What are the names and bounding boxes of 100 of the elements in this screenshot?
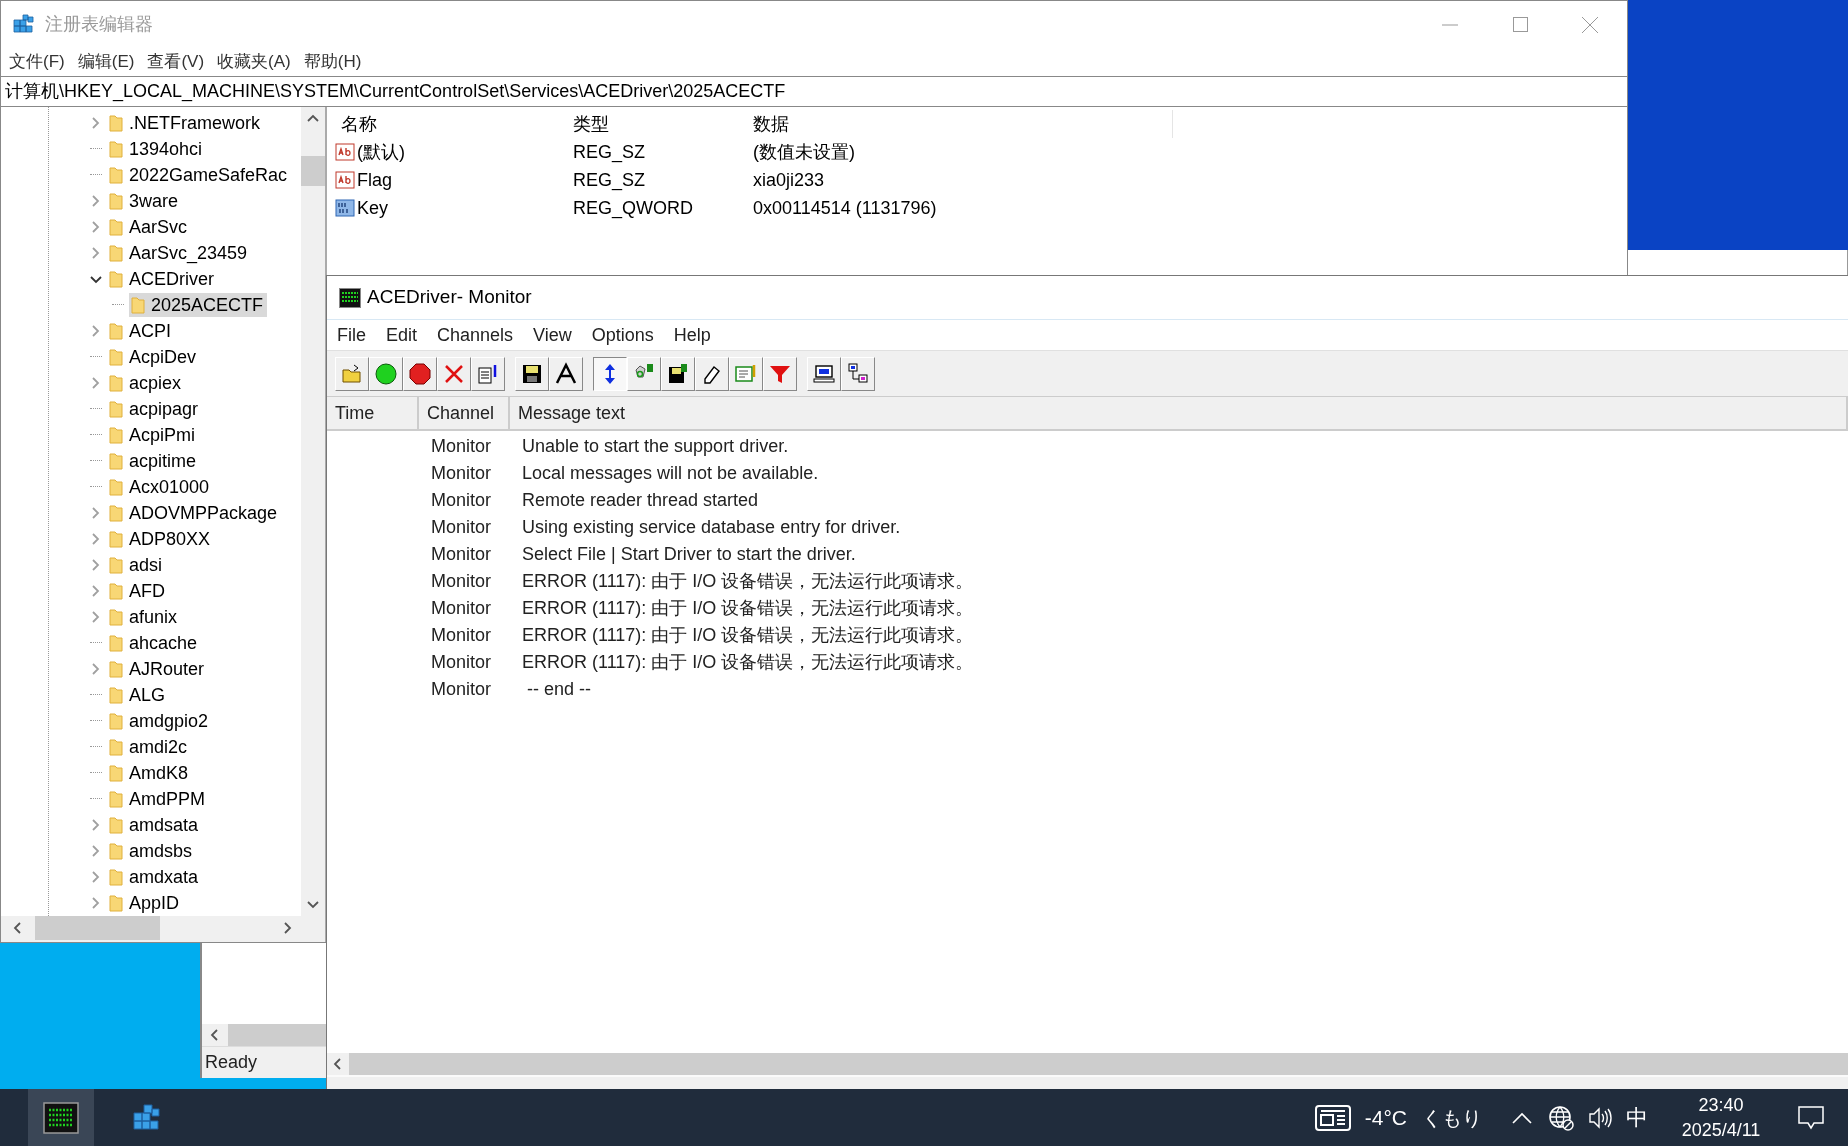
tree-item[interactable]: ADP80XX <box>107 527 215 551</box>
menu-item[interactable]: Options <box>591 321 654 349</box>
cubes-app-icon <box>13 13 35 36</box>
channel-cell-text: Monitor <box>430 462 493 485</box>
message-cell-text: Select File | Start Driver to start the driver. <box>521 543 856 566</box>
tree-item[interactable]: afunix <box>107 605 182 629</box>
input-method-indicator[interactable]: 中 <box>1626 1101 1648 1134</box>
menu-item[interactable]: 收藏夹(A) <box>217 49 291 75</box>
temperature-text[interactable]: -4°C <box>1364 1101 1407 1134</box>
value-data: (数值未设置) <box>752 140 855 164</box>
folder-icon <box>109 140 123 158</box>
window-title: ACEDriver- Monitor <box>367 285 532 310</box>
tree-item[interactable]: AcpiDev <box>107 345 201 369</box>
tree-item[interactable]: ACPI <box>107 319 175 343</box>
menu-item[interactable]: 帮助(H) <box>303 49 362 75</box>
column-header[interactable]: 数据 <box>747 110 1173 138</box>
tree-item[interactable]: AJRouter <box>107 657 209 681</box>
notification-icon[interactable] <box>1798 1105 1824 1130</box>
vertical-scrollbar[interactable] <box>301 107 325 916</box>
message-cell-text: ERROR (1117): 由于 I/O 设备错误，无法运行此项请求。 <box>521 597 974 620</box>
tree-item[interactable]: amdgpio2 <box>107 709 213 733</box>
message-cell-text: Remote reader thread started <box>521 489 759 512</box>
tree-item[interactable]: AarSvc_23459 <box>107 241 252 265</box>
tree-item[interactable]: acpipagr <box>107 397 203 421</box>
column-header[interactable]: Channel <box>419 397 510 429</box>
folder-icon <box>109 686 123 704</box>
tree-item[interactable]: 3ware <box>107 189 183 213</box>
tree-item[interactable]: ADOVMPPackage <box>107 501 282 525</box>
menu-item[interactable]: 文件(F) <box>9 49 65 75</box>
stop-sign-icon <box>408 361 432 386</box>
toolbar-button[interactable] <box>593 356 627 391</box>
clock-time: 23:40 <box>1698 1093 1744 1117</box>
tree-item[interactable]: amdxata <box>107 865 203 889</box>
scrollbar-thumb[interactable] <box>301 156 325 186</box>
tree-item[interactable]: acpitime <box>107 449 201 473</box>
menu-item[interactable]: Edit <box>386 321 418 349</box>
taskbar-app-button[interactable] <box>28 1089 94 1146</box>
menu-item[interactable]: 查看(V) <box>147 49 205 75</box>
tree-item[interactable]: AppID <box>107 891 184 915</box>
folder-icon <box>109 478 123 496</box>
tree-item[interactable]: ALG <box>107 683 170 707</box>
folder-icon <box>109 322 123 340</box>
tree-item[interactable]: adsi <box>107 553 167 577</box>
tree-item[interactable]: amdi2c <box>107 735 192 759</box>
tree-item[interactable]: acpiex <box>107 371 186 395</box>
column-header[interactable]: 类型 <box>567 110 747 138</box>
tree-item[interactable]: amdsbs <box>107 839 197 863</box>
globe-icon[interactable] <box>1548 1104 1574 1131</box>
menu-item[interactable]: View <box>533 321 572 349</box>
folder-icon <box>109 738 123 756</box>
tree-item[interactable]: .NETFramework <box>107 111 264 135</box>
chevron-up-icon[interactable] <box>1512 1111 1532 1124</box>
value-type: REG_QWORD <box>572 196 694 221</box>
message-cell-text: ERROR (1117): 由于 I/O 设备错误，无法运行此项请求。 <box>521 624 974 647</box>
tree-item[interactable]: amdsata <box>107 813 203 837</box>
folder-icon <box>109 660 123 678</box>
tree-item[interactable]: 2022GameSafeRac <box>107 163 292 187</box>
channel-cell-text: Monitor <box>430 435 493 458</box>
menu-item[interactable]: 编辑(E) <box>77 49 135 75</box>
close-icon <box>1582 16 1598 33</box>
tree-item[interactable]: AcpiPmi <box>107 423 199 447</box>
tree-item[interactable]: ACEDriver <box>107 267 218 291</box>
scrollbar-thumb[interactable] <box>228 1024 326 1046</box>
tree-item[interactable]: AarSvc <box>107 215 192 239</box>
menu-item[interactable]: Help <box>673 321 711 349</box>
tree-item[interactable]: AmdK8 <box>107 761 193 785</box>
tree-item[interactable]: AFD <box>107 579 169 603</box>
menu-item[interactable]: Channels <box>437 321 514 349</box>
clock[interactable]: 23:40 2025/4/11 <box>1666 1092 1776 1143</box>
weather-text[interactable]: くもり <box>1422 1102 1482 1133</box>
value-name[interactable]: (默认) <box>357 138 405 166</box>
tree-item[interactable]: 2025ACECTF <box>129 293 268 317</box>
address-bar[interactable]: 计算机\HKEY_LOCAL_MACHINE\SYSTEM\CurrentControlSet\Services\ACEDriver\2025ACECTF <box>1 76 1627 107</box>
value-name[interactable]: Key <box>357 194 389 222</box>
speaker-icon[interactable] <box>1588 1106 1612 1129</box>
channel-cell-text: Monitor <box>430 597 493 620</box>
tree-item[interactable]: Acx01000 <box>107 475 214 499</box>
value-data: 0x00114514 (1131796) <box>752 196 937 220</box>
folder-icon <box>109 348 123 366</box>
column-header[interactable]: 名称 <box>335 110 567 138</box>
binary-value-icon <box>335 198 355 218</box>
tree-item[interactable]: ahcache <box>107 631 202 655</box>
status-text: Ready <box>205 1051 258 1074</box>
horizontal-scrollbar[interactable] <box>202 1024 326 1046</box>
column-header[interactable]: Time <box>327 397 419 429</box>
folder-icon <box>109 218 123 236</box>
value-type: REG_SZ <box>572 140 647 165</box>
tree-item[interactable]: AmdPPM <box>107 787 210 811</box>
column-header[interactable]: Message text <box>510 397 1848 429</box>
folder-icon <box>109 374 123 392</box>
folder-icon <box>109 400 123 418</box>
tree-item[interactable]: 1394ohci <box>107 137 207 161</box>
folder-icon <box>109 166 123 184</box>
channel-cell-text: Monitor <box>430 489 493 512</box>
value-name[interactable]: Flag <box>357 166 392 194</box>
menu-item[interactable]: File <box>337 321 366 349</box>
channel-cell-text: Monitor <box>430 570 493 593</box>
news-icon[interactable] <box>1314 1104 1351 1131</box>
scrollbar-thumb[interactable] <box>35 916 160 940</box>
channel-cell-text: Monitor <box>430 678 493 701</box>
